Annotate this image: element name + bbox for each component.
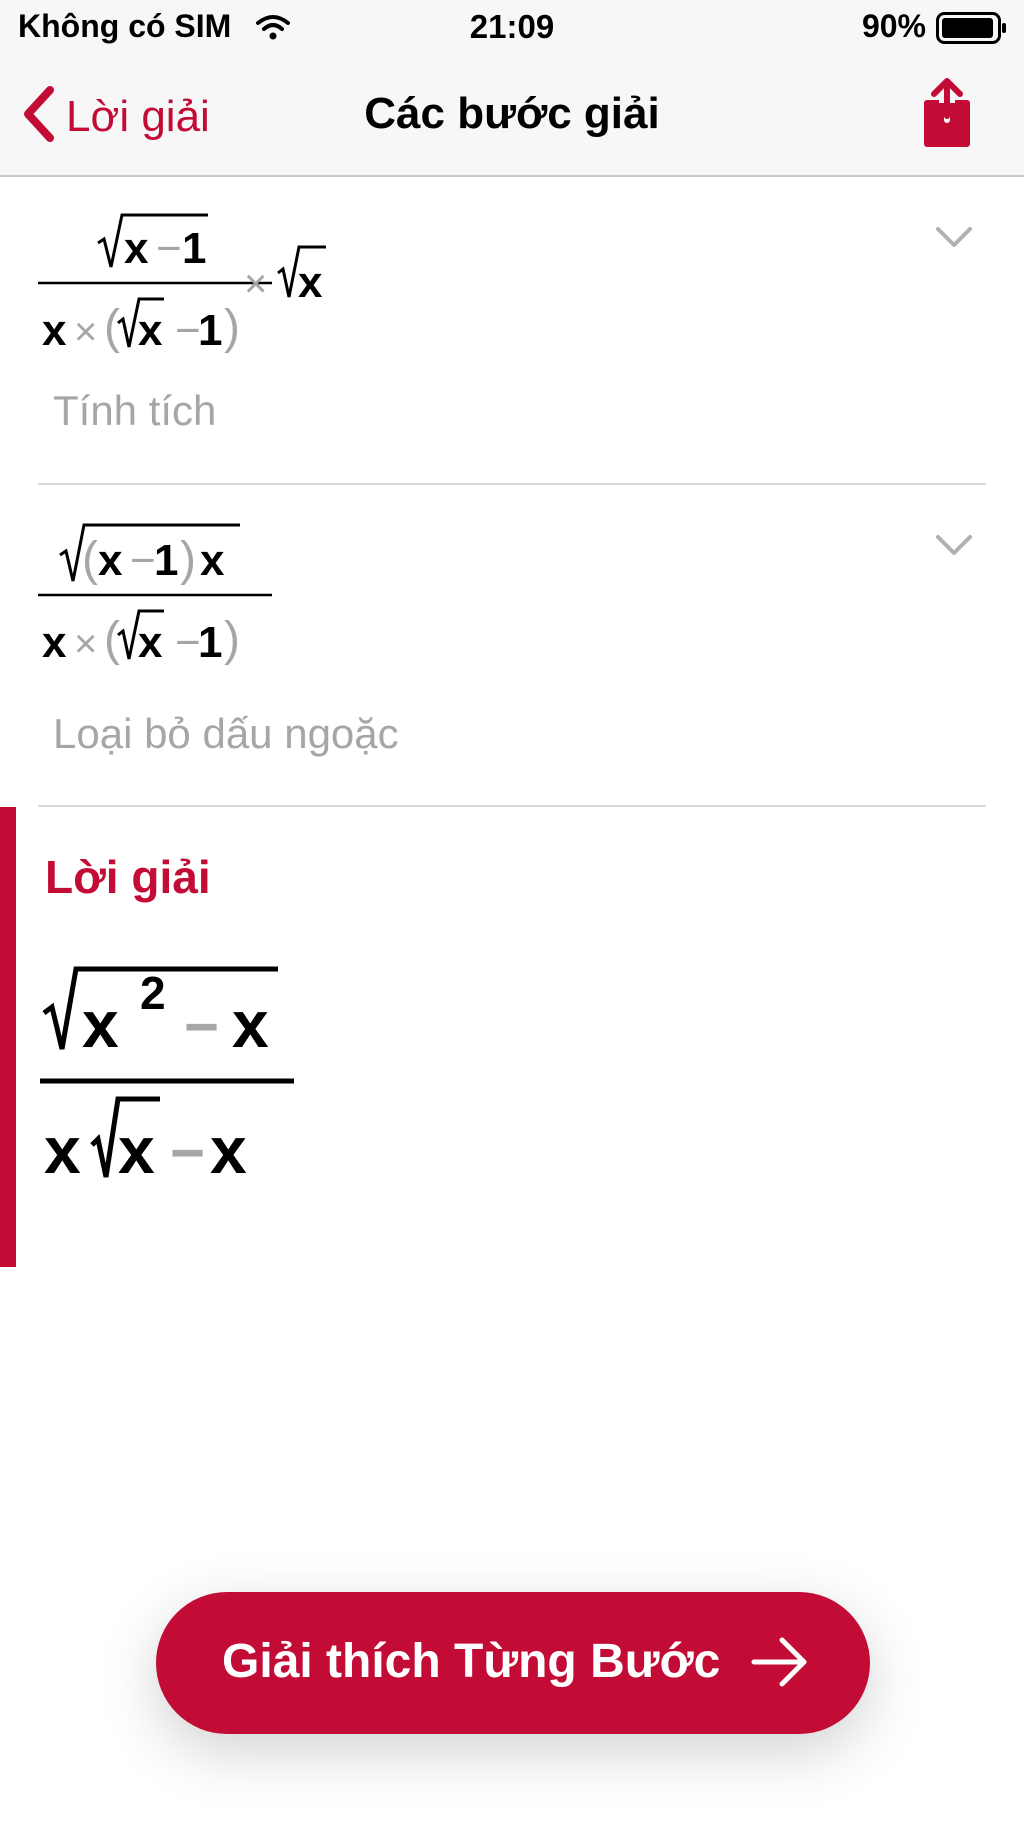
step-1-num-2: 1 [182, 224, 206, 273]
svg-text:x: x [298, 258, 323, 307]
page-title: Các bước giải [364, 89, 660, 138]
solution-accent-bar [0, 807, 16, 1267]
solution-den-3: x [210, 1113, 247, 1187]
step-1-den-4: − [175, 306, 201, 355]
step-2[interactable]: ( x − 1 ) x x × ( x − 1 ) Loại bỏ dấu ng… [38, 485, 986, 807]
step-1-tail-0: × [244, 262, 267, 306]
step-2-den-0: x [42, 618, 67, 667]
status-bar: Không có SIM 21:09 90% [0, 0, 1024, 56]
step-1[interactable]: x − 1 x × ( x − 1 ) × x Tính tích [38, 177, 986, 485]
explain-step-by-step-label: Giải thích Từng Bước [222, 1635, 721, 1688]
solution-num-3: x [232, 987, 269, 1061]
step-2-den-6: ) [224, 613, 240, 666]
share-button[interactable] [922, 78, 972, 153]
svg-text:x: x [138, 618, 163, 667]
step-2-num-3: 1 [154, 536, 178, 585]
explain-step-by-step-button[interactable]: Giải thích Từng Bước [156, 1592, 870, 1734]
chevron-down-icon[interactable] [934, 533, 974, 562]
solution-num-2: − [184, 993, 219, 1060]
step-1-den-5: 1 [198, 306, 222, 355]
svg-text:x: x [118, 1113, 155, 1187]
step-1-den-2: ( [104, 301, 120, 354]
step-1-den-0: x [42, 306, 67, 355]
share-icon [922, 78, 972, 152]
step-2-expression: ( x − 1 ) x x × ( x − 1 ) [38, 523, 272, 667]
step-2-description: Loại bỏ dấu ngoặc [53, 710, 399, 757]
step-1-description: Tính tích [53, 387, 217, 434]
svg-text:x: x [138, 306, 163, 355]
step-2-den-2: ( [104, 613, 120, 666]
solution-den-2: − [170, 1119, 205, 1186]
arrow-right-icon [750, 1634, 810, 1695]
step-1-num-1: − [156, 224, 182, 273]
step-2-den-1: × [74, 622, 97, 666]
battery-percentage: 90% [861, 8, 926, 44]
solution-expression: x 2 − x x x − x [40, 966, 294, 1187]
solution-num-0: x [82, 987, 119, 1061]
battery-icon [936, 12, 1008, 49]
navigation-bar: Lời giải Các bước giải [0, 56, 1024, 177]
step-2-num-0: ( [82, 533, 98, 586]
solution-section: Lời giải x 2 − x x x − x [0, 807, 1024, 1267]
solution-den-0: x [44, 1113, 81, 1187]
step-2-num-2: − [130, 536, 156, 585]
step-2-num-4: ) [180, 533, 196, 586]
step-2-num-1: x [98, 536, 123, 585]
step-1-den-6: ) [224, 301, 240, 354]
chevron-down-icon[interactable] [934, 225, 974, 254]
step-1-expression: x − 1 x × ( x − 1 ) × x [38, 213, 326, 355]
step-2-den-5: 1 [198, 618, 222, 667]
step-1-den-1: × [74, 310, 97, 354]
solution-label: Lời giải [45, 851, 211, 903]
step-2-num-5: x [200, 536, 225, 585]
step-2-den-4: − [175, 618, 201, 667]
solution-num-1: 2 [140, 967, 166, 1019]
step-1-num-0: x [124, 224, 149, 273]
